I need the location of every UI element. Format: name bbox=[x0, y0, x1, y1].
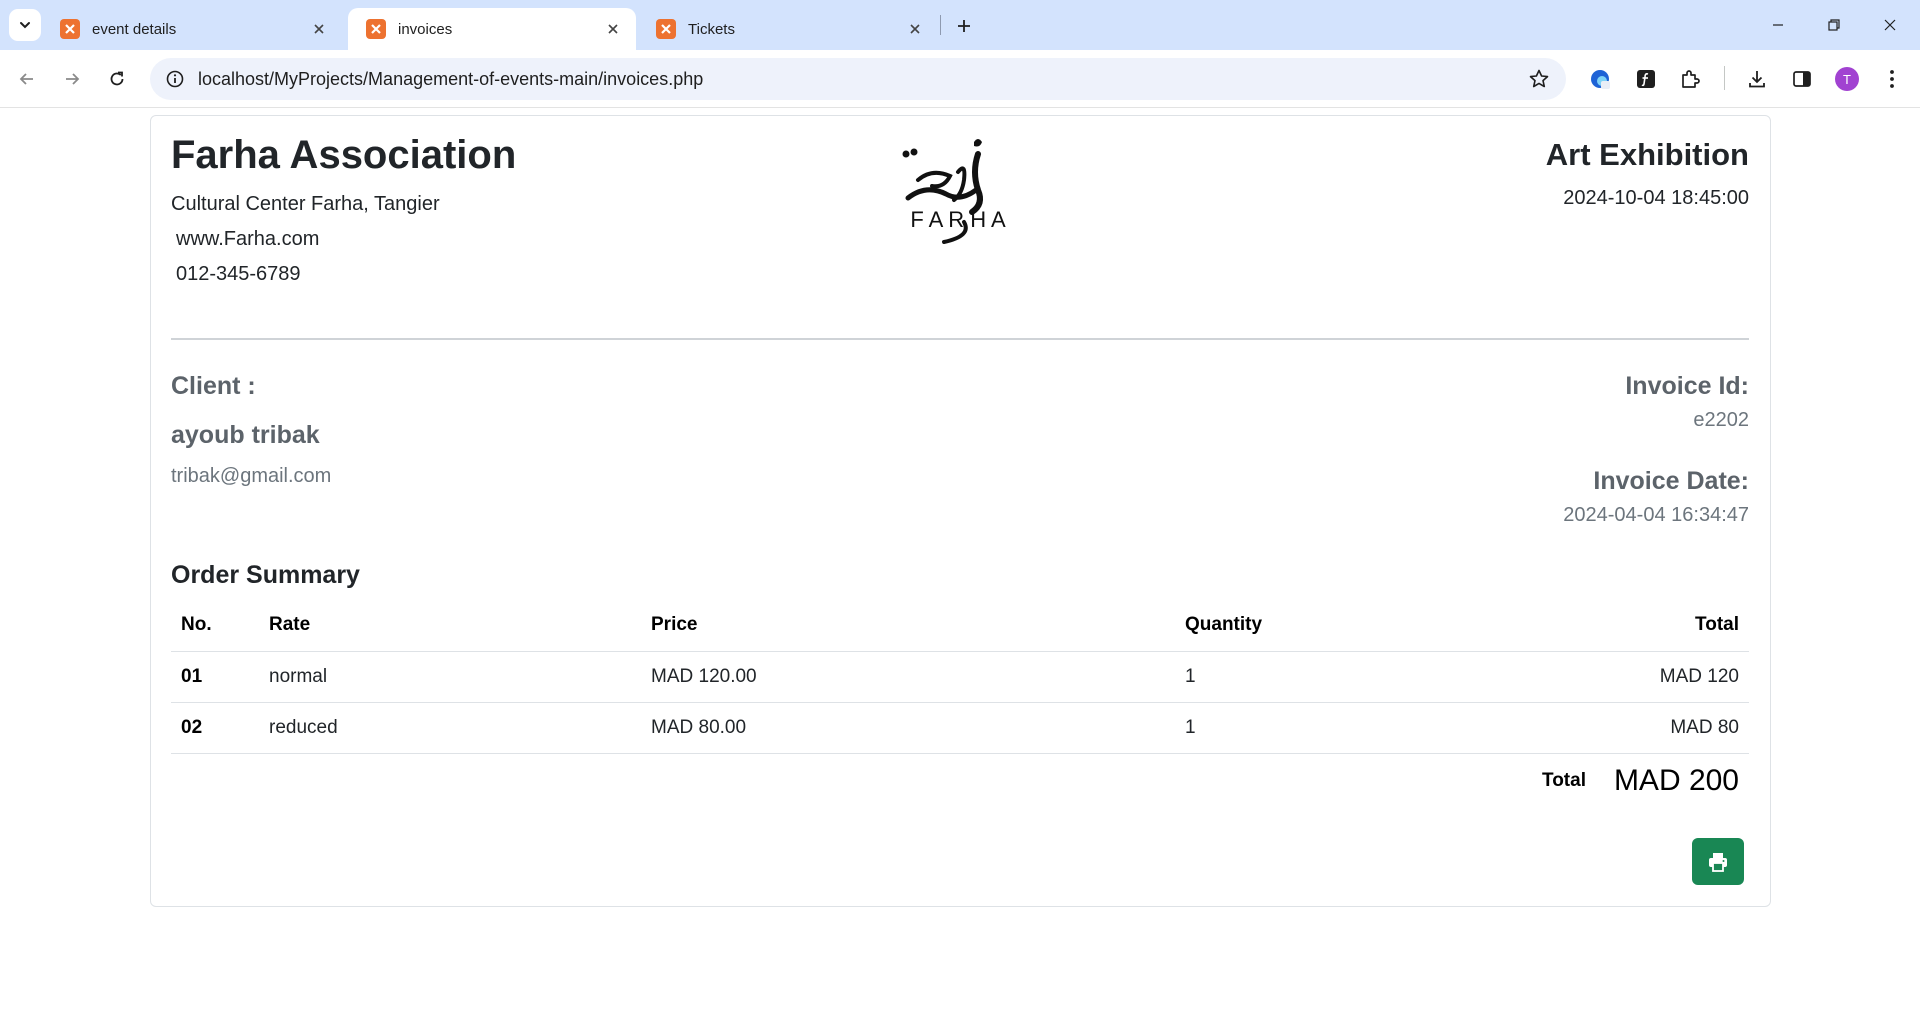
profile-avatar-button[interactable]: T bbox=[1830, 62, 1864, 96]
row-rate: reduced bbox=[259, 702, 641, 754]
row-price: MAD 80.00 bbox=[641, 702, 1175, 754]
arrow-left-icon bbox=[19, 73, 33, 85]
header-divider bbox=[171, 338, 1749, 340]
close-icon[interactable] bbox=[308, 18, 330, 40]
close-window-button[interactable] bbox=[1870, 10, 1910, 40]
logo-text: F A R H A bbox=[910, 207, 1006, 232]
close-icon bbox=[1884, 19, 1896, 31]
row-total: MAD 80 bbox=[1465, 702, 1749, 754]
tab-search-button[interactable] bbox=[9, 9, 41, 41]
menu-kebab-icon[interactable] bbox=[1875, 62, 1909, 96]
minimize-button[interactable] bbox=[1758, 10, 1798, 40]
invoice-id-value: e2202 bbox=[1693, 409, 1749, 431]
event-datetime: 2024-10-04 18:45:00 bbox=[1563, 187, 1749, 209]
row-total: MAD 120 bbox=[1465, 651, 1749, 703]
site-info-icon[interactable] bbox=[154, 58, 196, 100]
row-quantity: 1 bbox=[1175, 702, 1465, 754]
organization-address: Cultural Center Farha, Tangier bbox=[171, 193, 440, 215]
print-button[interactable] bbox=[1692, 838, 1744, 885]
chevron-down-icon bbox=[20, 22, 30, 29]
restore-icon bbox=[1828, 19, 1840, 31]
organization-name: Farha Association bbox=[171, 133, 517, 177]
close-icon[interactable] bbox=[602, 18, 624, 40]
tab-title: event details bbox=[92, 20, 177, 38]
arrow-right-icon bbox=[66, 73, 80, 85]
font-extension-icon[interactable] bbox=[1629, 62, 1663, 96]
close-icon[interactable] bbox=[904, 18, 926, 40]
order-summary-table: No. Rate Price Quantity Total 01 normal … bbox=[171, 600, 1749, 754]
order-summary-title: Order Summary bbox=[171, 561, 360, 589]
row-rate: normal bbox=[259, 651, 641, 703]
tab-title: invoices bbox=[398, 20, 453, 38]
grand-total-label: Total bbox=[1542, 770, 1586, 791]
downloads-icon[interactable] bbox=[1740, 62, 1774, 96]
row-price: MAD 120.00 bbox=[641, 651, 1175, 703]
row-number: 02 bbox=[171, 702, 259, 754]
client-email: tribak@gmail.com bbox=[171, 465, 332, 487]
invoice-date-value: 2024-04-04 16:34:47 bbox=[1563, 504, 1749, 526]
plus-icon bbox=[958, 20, 970, 32]
reload-button[interactable] bbox=[100, 62, 134, 96]
column-header-quantity: Quantity bbox=[1175, 600, 1465, 652]
event-title: Art Exhibition bbox=[1545, 137, 1749, 172]
tab-separator bbox=[940, 15, 941, 35]
client-label: Client : bbox=[171, 372, 256, 400]
organization-website: www.Farha.com bbox=[176, 228, 320, 250]
restore-button[interactable] bbox=[1814, 10, 1854, 40]
address-bar[interactable]: localhost/MyProjects/Management-of-event… bbox=[150, 58, 1566, 100]
organization-phone: 012-345-6789 bbox=[176, 263, 301, 285]
browser-toolbar: localhost/MyProjects/Management-of-event… bbox=[0, 50, 1920, 108]
tab-event-details[interactable]: event details bbox=[42, 8, 342, 50]
forward-button[interactable] bbox=[55, 62, 89, 96]
extensions-puzzle-icon[interactable] bbox=[1673, 62, 1707, 96]
tab-invoices[interactable]: invoices bbox=[348, 8, 636, 50]
row-quantity: 1 bbox=[1175, 651, 1465, 703]
grand-total-value: MAD 200 bbox=[1613, 764, 1739, 797]
reload-icon bbox=[110, 71, 124, 86]
xampp-favicon-icon bbox=[60, 19, 80, 39]
xampp-favicon-icon bbox=[656, 19, 676, 39]
toolbar-separator bbox=[1724, 66, 1725, 90]
row-number: 01 bbox=[171, 651, 259, 703]
bookmark-star-icon[interactable] bbox=[1518, 58, 1560, 100]
column-header-no: No. bbox=[171, 600, 259, 652]
new-tab-button[interactable] bbox=[950, 12, 978, 40]
table-header-row: No. Rate Price Quantity Total bbox=[171, 600, 1749, 652]
client-name: ayoub tribak bbox=[171, 421, 320, 449]
printer-icon bbox=[1709, 852, 1727, 872]
invoice-id-label: Invoice Id: bbox=[1625, 372, 1749, 400]
xampp-favicon-icon bbox=[366, 19, 386, 39]
side-panel-icon[interactable] bbox=[1785, 62, 1819, 96]
invoice-date-label: Invoice Date: bbox=[1593, 467, 1749, 495]
tab-title: Tickets bbox=[688, 20, 735, 38]
column-header-rate: Rate bbox=[259, 600, 641, 652]
tab-tickets[interactable]: Tickets bbox=[638, 8, 938, 50]
edge-extension-icon[interactable] bbox=[1583, 62, 1617, 96]
back-button[interactable] bbox=[10, 62, 44, 96]
column-header-price: Price bbox=[641, 600, 1175, 652]
tab-strip: event details invoices Tickets bbox=[0, 0, 1920, 50]
table-row: 01 normal MAD 120.00 1 MAD 120 bbox=[171, 651, 1749, 703]
column-header-total: Total bbox=[1465, 600, 1749, 652]
farha-logo: F A R H A bbox=[880, 132, 1036, 244]
minimize-icon bbox=[1773, 24, 1783, 26]
table-row: 02 reduced MAD 80.00 1 MAD 80 bbox=[171, 702, 1749, 754]
url-text[interactable]: localhost/MyProjects/Management-of-event… bbox=[198, 69, 1518, 90]
avatar: T bbox=[1835, 67, 1859, 91]
